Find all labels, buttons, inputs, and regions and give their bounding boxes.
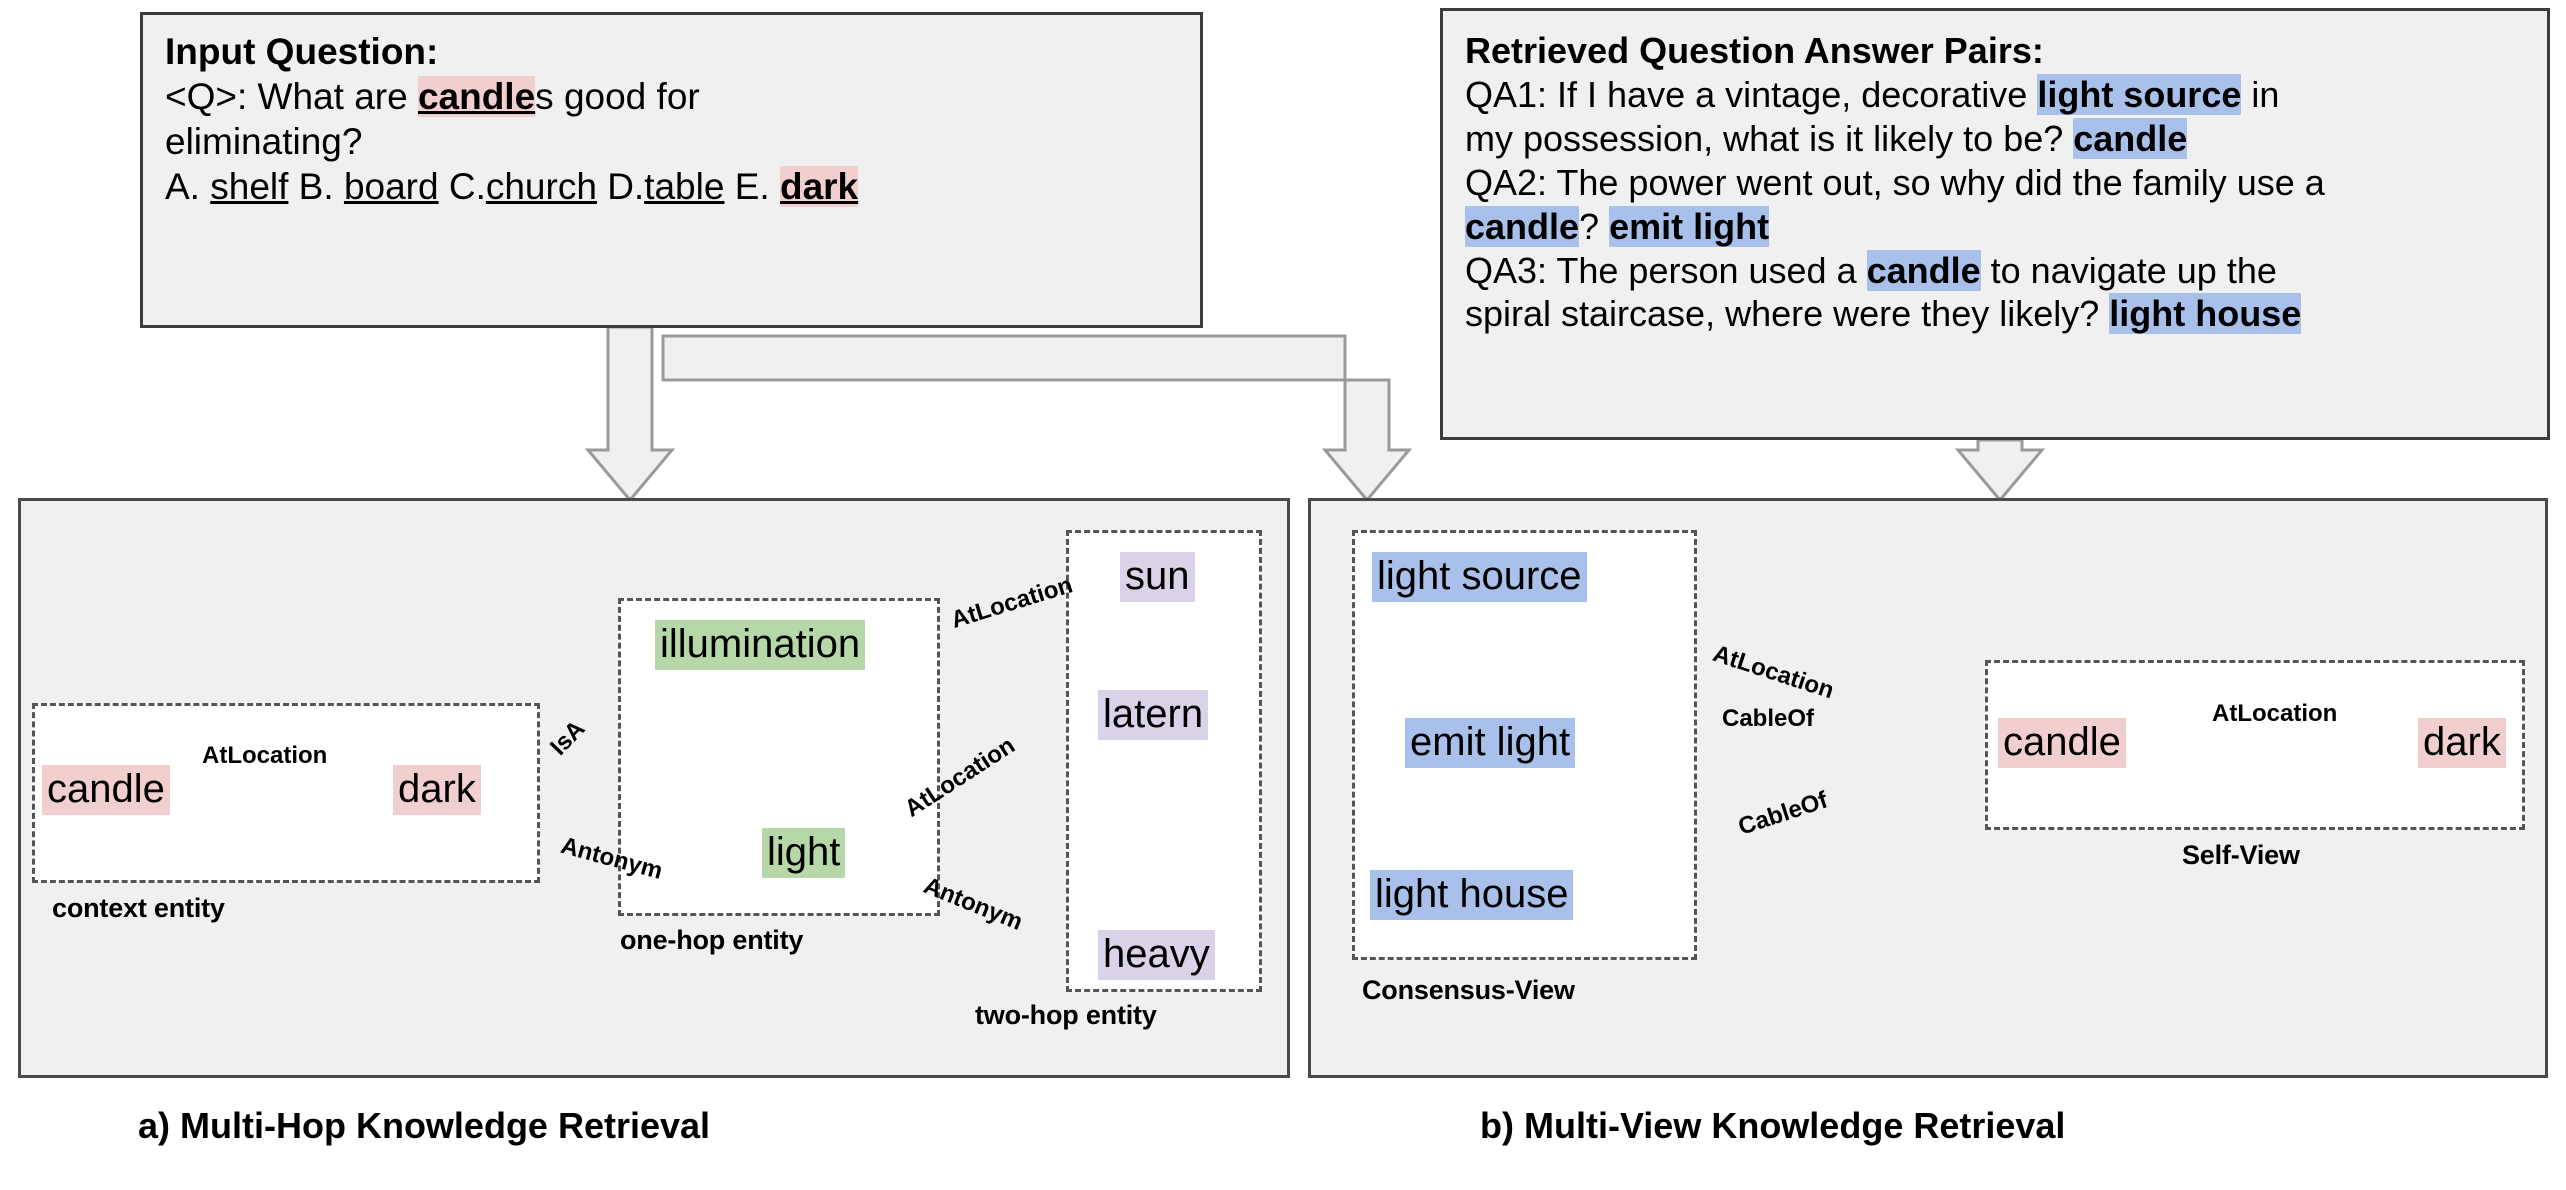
q-suffix: s good for — [535, 76, 700, 118]
qa3-text3: spiral staircase, where were they likely… — [1465, 293, 2110, 335]
edge-label-candle-dark: AtLocation — [202, 742, 328, 769]
qa3-text1: QA3: The person used a — [1465, 249, 1867, 291]
node-candle-b: candle — [1998, 718, 2126, 768]
retrieved-qa-box: Retrieved Question Answer Pairs: QA1: If… — [1440, 8, 2550, 440]
node-latern: latern — [1098, 690, 1209, 740]
q-highlight-candle: candle — [417, 76, 536, 118]
input-question-box: Input Question: <Q>: What are candles go… — [140, 12, 1203, 328]
node-emit-light: emit light — [1405, 718, 1576, 768]
qa1-text3: my possession, what is it likely to be? — [1465, 117, 2074, 159]
option-e: dark — [779, 166, 859, 208]
caption-panel-a: a) Multi-Hop Knowledge Retrieval — [138, 1105, 711, 1146]
option-b: board — [343, 166, 439, 208]
opt-prefix-e: E. — [724, 166, 780, 208]
opt-prefix-c: C. — [438, 166, 486, 208]
qa2-line2: candle? emit light — [1465, 205, 2525, 249]
node-light-a: light — [762, 828, 846, 878]
qa1-line2: my possession, what is it likely to be? … — [1465, 117, 2525, 161]
group-label-context-entity: context entity — [52, 893, 225, 923]
qa3-line2: spiral staircase, where were they likely… — [1465, 292, 2525, 336]
qa3-highlight-light-house: light house — [2109, 293, 2302, 335]
group-label-consensus-view: Consensus-View — [1362, 975, 1575, 1005]
q-prefix: <Q>: What are — [165, 76, 418, 118]
edge-label-candle-dark-b: AtLocation — [2212, 700, 2338, 727]
group-label-two-hop-entity: two-hop entity — [975, 1000, 1157, 1030]
opt-prefix-d: D. — [596, 166, 645, 208]
caption-panel-b: b) Multi-View Knowledge Retrieval — [1480, 1105, 2066, 1146]
qa2-highlight-emit-light: emit light — [1609, 205, 1770, 247]
opt-prefix-a: A. — [165, 166, 211, 208]
qa1-text1: QA1: If I have a vintage, decorative — [1465, 73, 2038, 115]
qa2-highlight-candle: candle — [1465, 205, 1580, 247]
node-illumination: illumination — [655, 620, 866, 670]
node-sun: sun — [1120, 552, 1195, 602]
retrieved-qa-title: Retrieved Question Answer Pairs: — [1465, 30, 2044, 71]
input-question-line1: <Q>: What are candles good for — [165, 74, 1178, 119]
node-candle-a: candle — [42, 765, 170, 815]
input-question-title: Input Question: — [165, 31, 439, 72]
qa1-text2: in — [2241, 73, 2280, 115]
group-label-one-hop-entity: one-hop entity — [620, 925, 804, 955]
group-label-self-view: Self-View — [2182, 840, 2300, 870]
opt-prefix-b: B. — [288, 166, 344, 208]
node-light-source: light source — [1372, 552, 1587, 602]
block-arrow-input-to-panel-b — [661, 334, 1413, 503]
qa2-mid: ? — [1579, 205, 1610, 247]
input-question-line2: eliminating? — [165, 121, 363, 163]
edge-label-candle-emitlight: CableOf — [1722, 705, 1815, 732]
qa1-line1: QA1: If I have a vintage, decorative lig… — [1465, 73, 2525, 117]
qa3-text2: to navigate up the — [1980, 249, 2277, 291]
block-arrow-input-to-panel-a — [584, 325, 676, 503]
qa1-highlight-candle: candle — [2073, 117, 2188, 159]
figure-root: Input Question: <Q>: What are candles go… — [0, 0, 2566, 1190]
node-dark-b: dark — [2418, 718, 2506, 768]
qa3-line1: QA3: The person used a candle to navigat… — [1465, 249, 2525, 293]
option-c: church — [485, 166, 597, 208]
input-question-options: A. shelf B. board C.church D.table E. da… — [165, 164, 1178, 209]
option-d: table — [644, 166, 725, 208]
qa2-line1: QA2: The power went out, so why did the … — [1465, 161, 2325, 203]
option-a: shelf — [210, 166, 289, 208]
node-dark-a: dark — [393, 765, 481, 815]
qa1-highlight-light-source: light source — [2037, 73, 2242, 115]
node-heavy: heavy — [1098, 930, 1215, 980]
node-light-house: light house — [1370, 870, 1574, 920]
block-arrow-qa-to-panel-b — [1954, 438, 2046, 503]
qa3-highlight-candle: candle — [1866, 249, 1981, 291]
